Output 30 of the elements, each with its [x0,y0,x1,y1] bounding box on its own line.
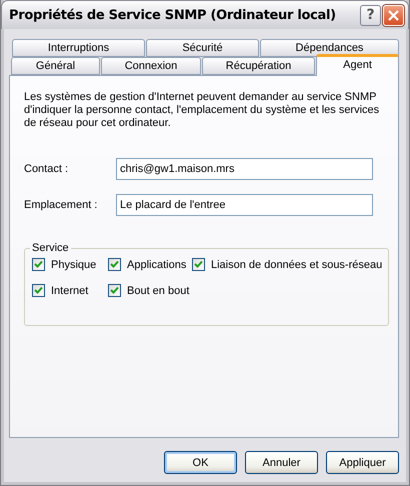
checkbox-label: Physique [51,258,96,270]
checkbox-label: Bout en bout [127,284,190,296]
group-title: Service [31,242,70,254]
checkbox[interactable] [32,284,45,297]
description-text: Les systèmes de gestion d'Internet peuvent demander au service SNMP d'indiquer la personne contact, l'emplacement du système et les services de réseau pour cet ordinateur. [24,91,380,130]
checkbox-label: Internet [51,284,88,296]
help-button[interactable]: ? [360,4,381,26]
tab[interactable]: Agent [316,54,399,76]
checkbox[interactable] [108,284,121,297]
input-field[interactable]: chris@gw1.maison.mrs [116,158,373,180]
checkbox[interactable] [192,258,205,271]
checkbox-label: Applications [127,258,186,270]
field-label: Emplacement : [24,199,98,211]
input-field[interactable]: Le placard de l'entree [116,194,373,216]
dialog-button[interactable]: Appliquer [326,451,399,474]
tab[interactable]: Général [11,57,100,75]
window-title: Propriétés de Service SNMP (Ordinateur local) [9,8,337,22]
checkbox[interactable] [108,258,121,271]
field-label: Contact : [24,163,70,175]
tab[interactable]: Connexion [101,57,201,75]
tab[interactable]: Interruptions [12,39,145,57]
tab[interactable]: Récupération [202,57,315,75]
checkbox-label: Liaison de données et sous-réseau [211,258,382,270]
tab[interactable]: Dépendances [260,39,399,57]
checkbox[interactable] [32,258,45,271]
close-button[interactable] [383,4,404,26]
dialog-button[interactable]: OK [164,451,237,474]
dialog-button[interactable]: Annuler [245,451,318,474]
tab[interactable]: Sécurité [146,39,259,57]
close-icon [388,10,399,20]
